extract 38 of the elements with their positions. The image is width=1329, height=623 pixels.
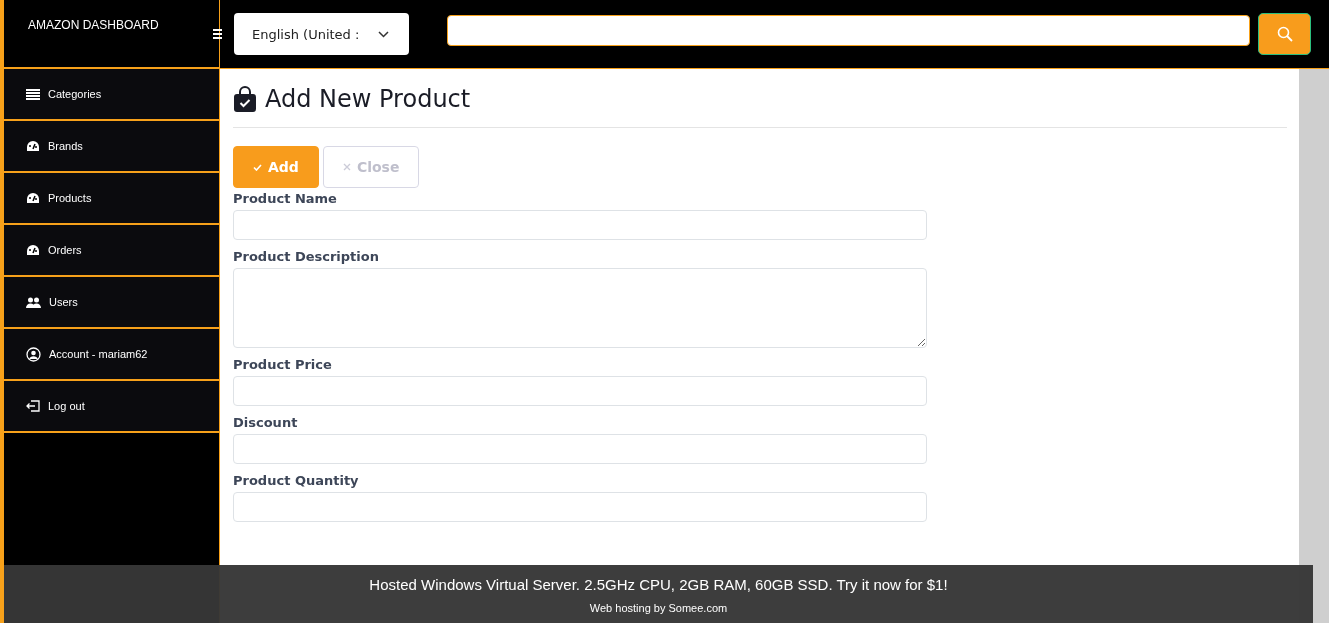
search-button[interactable]: [1258, 13, 1311, 55]
logout-icon: [26, 400, 40, 412]
sidebar-item[interactable]: Users: [4, 277, 219, 329]
list-icon: [26, 88, 40, 100]
search-field[interactable]: [447, 14, 1250, 46]
page-title: Add New Product: [265, 85, 471, 113]
input-field[interactable]: [233, 492, 927, 522]
banner-subtext: Web hosting by Somee.com: [589, 602, 728, 614]
scrollbar[interactable]: [1299, 69, 1329, 623]
input-field[interactable]: [233, 210, 927, 240]
shopping-bag-icon: [233, 86, 257, 112]
sidebar-item[interactable]: Account - mariam62: [4, 329, 219, 381]
user-circle-icon: [26, 346, 41, 362]
search-icon: [1276, 26, 1293, 42]
gauge-icon: [26, 140, 40, 152]
check-icon: [253, 163, 262, 171]
input-field[interactable]: [233, 376, 927, 406]
sidebar-item[interactable]: Orders: [4, 225, 219, 277]
gauge-icon: [26, 244, 40, 256]
field-label: Product Price: [233, 357, 333, 372]
field-label: Product Name: [233, 191, 338, 206]
field-label: Product Description: [233, 249, 380, 264]
sidebar-item[interactable]: Brands: [4, 121, 219, 173]
gauge-icon: [26, 192, 40, 204]
chevron-down-icon: [378, 30, 389, 38]
close-icon: [342, 163, 351, 171]
description-field[interactable]: [233, 268, 927, 348]
sidebar-item[interactable]: Log out: [4, 381, 219, 433]
menu-icon[interactable]: [213, 29, 222, 39]
users-icon: [26, 296, 41, 308]
banner-text: Hosted Windows Virtual Server. 2.5GHz CPU, 2GB RAM, 60GB SSD. Try it now for $1!: [369, 576, 948, 593]
field-label: Product Quantity: [233, 473, 360, 488]
sidebar-item[interactable]: Categories: [4, 69, 219, 121]
language-select[interactable]: English (United :: [234, 13, 409, 55]
ad-banner[interactable]: Hosted Windows Virtual Server. 2.5GHz CPU, 2GB RAM, 60GB SSD. Try it now for $1! Web hosting by Somee.com: [4, 565, 1313, 623]
input-field[interactable]: [233, 434, 927, 464]
field-label: Discount: [233, 415, 299, 430]
sidebar-item[interactable]: Products: [4, 173, 219, 225]
